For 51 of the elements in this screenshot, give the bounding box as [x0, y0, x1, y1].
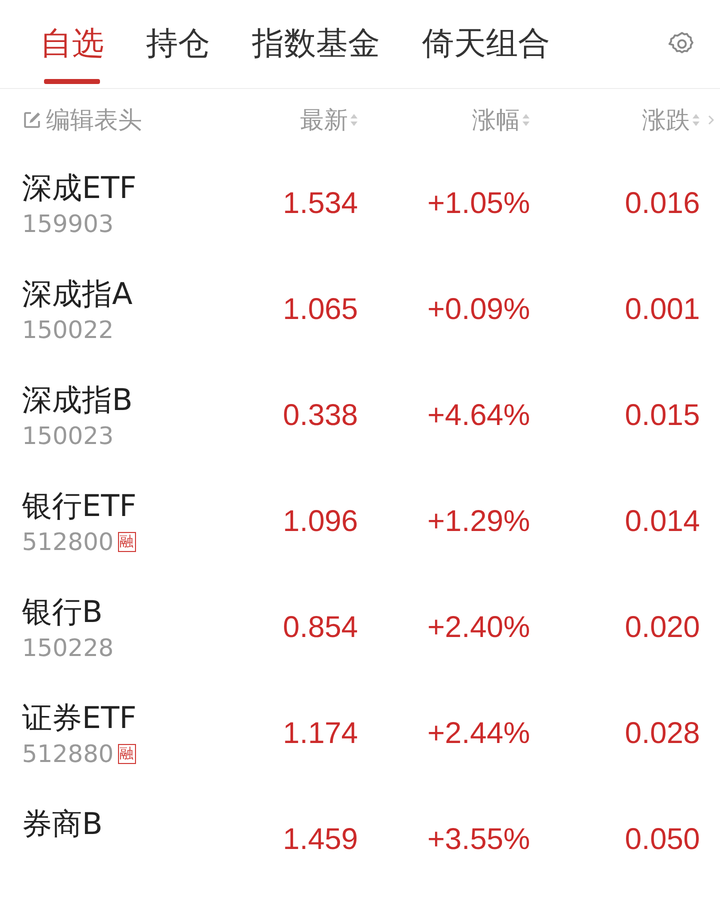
fund-code: 512880 — [22, 739, 114, 769]
latest-price: 0.854 — [282, 611, 358, 645]
margin-tag: 融 — [118, 744, 136, 764]
change-amount: 0.020 — [624, 611, 700, 645]
sort-icon — [692, 113, 700, 127]
fund-row[interactable]: 银行ETF 512800 融 1.096 +1.29% 0.014 — [0, 469, 720, 575]
change-amount: 0.028 — [624, 717, 700, 751]
sort-icon — [350, 113, 358, 127]
fund-code: 512800 — [22, 527, 114, 557]
latest-price: 1.534 — [282, 187, 358, 221]
fund-code: 150228 — [22, 633, 114, 663]
fund-name: 银行B — [22, 594, 103, 632]
fund-name: 深成指B — [22, 382, 133, 420]
fund-name: 银行ETF — [22, 488, 137, 526]
latest-price: 1.065 — [282, 293, 358, 327]
fund-name: 券商B — [22, 806, 103, 844]
fund-row[interactable]: 银行B 150228 0.854 +2.40% 0.020 — [0, 575, 720, 681]
change-amount: 0.015 — [624, 399, 700, 433]
latest-price: 0.338 — [282, 399, 358, 433]
fund-code: 150023 — [22, 421, 114, 451]
latest-price: 1.174 — [282, 717, 358, 751]
change-amount: 0.014 — [624, 505, 700, 539]
change-percent: +4.64% — [427, 399, 530, 433]
change-amount: 0.001 — [624, 293, 700, 327]
fund-name: 深成指A — [22, 276, 133, 314]
fund-name: 证券ETF — [22, 700, 137, 738]
tab[interactable]: 持仓 — [146, 0, 210, 88]
latest-price: 1.096 — [282, 505, 358, 539]
change-percent: +1.05% — [427, 187, 530, 221]
tab[interactable]: 自选 — [40, 0, 104, 88]
edit-icon — [22, 110, 42, 130]
fund-row[interactable]: 深成指A 150022 1.065 +0.09% 0.001 — [0, 257, 720, 363]
change-amount: 0.016 — [624, 187, 700, 221]
fund-row[interactable]: 深成指B 150023 0.338 +4.64% 0.015 — [0, 363, 720, 469]
fund-row[interactable]: 券商B 1.459 +3.55% 0.050 — [0, 787, 720, 893]
fund-code: 150022 — [22, 315, 114, 345]
tab[interactable]: 倚天组合 — [422, 0, 550, 88]
tab[interactable]: 指数基金 — [252, 0, 380, 88]
change-percent: +2.40% — [427, 611, 530, 645]
change-amount: 0.050 — [624, 823, 700, 857]
fund-row[interactable]: 证券ETF 512880 融 1.174 +2.44% 0.028 — [0, 681, 720, 787]
change-percent: +2.44% — [427, 717, 530, 751]
fund-row[interactable]: 深成ETF 159903 1.534 +1.05% 0.016 — [0, 151, 720, 257]
margin-tag: 融 — [118, 532, 136, 552]
latest-price: 1.459 — [282, 823, 358, 857]
sort-icon — [522, 113, 530, 127]
change-percent: +0.09% — [427, 293, 530, 327]
fund-name: 深成ETF — [22, 170, 137, 208]
change-percent: +1.29% — [427, 505, 530, 539]
fund-code: 159903 — [22, 209, 114, 239]
change-percent: +3.55% — [427, 823, 530, 857]
